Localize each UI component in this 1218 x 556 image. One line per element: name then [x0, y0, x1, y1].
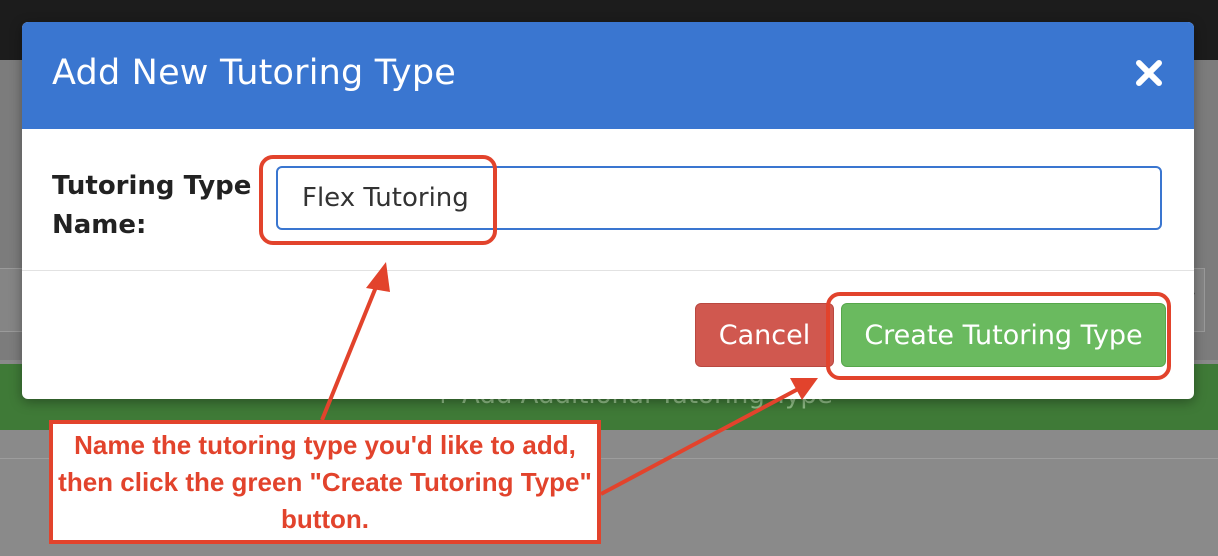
instruction-callout: Name the tutoring type you'd like to add…: [49, 420, 601, 544]
arrow-head-icon: [366, 262, 390, 292]
